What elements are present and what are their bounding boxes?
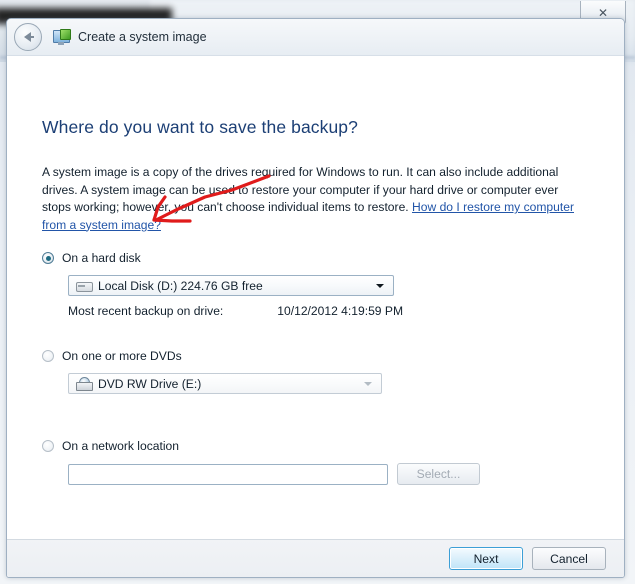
monitor-stand-shape: [58, 41, 64, 45]
backup-badge-shape: [60, 28, 71, 40]
network-location-row: Select...: [68, 463, 480, 485]
radio-row-hard-disk[interactable]: On a hard disk: [42, 249, 141, 267]
radio-network[interactable]: [42, 440, 54, 452]
dvd-combobox[interactable]: DVD RW Drive (E:): [68, 373, 382, 394]
description-text: A system image is a copy of the drives r…: [42, 164, 576, 234]
dialog-title: Create a system image: [78, 30, 207, 44]
radio-label-dvds: On one or more DVDs: [62, 349, 182, 363]
select-button[interactable]: Select...: [397, 463, 480, 485]
page-title: Where do you want to save the backup?: [42, 117, 358, 137]
option-hard-disk: On a hard disk Local Disk (D:) 224.76 GB…: [42, 249, 403, 318]
system-image-icon: [53, 28, 71, 46]
next-button[interactable]: Next: [449, 547, 523, 570]
dialog-titlebar: Create a system image: [7, 19, 624, 56]
recent-backup-label: Most recent backup on drive:: [68, 304, 224, 318]
hard-disk-combobox[interactable]: Local Disk (D:) 224.76 GB free: [68, 275, 394, 296]
screen: ✕ Create a system image Where do you wan…: [0, 0, 635, 584]
chevron-down-icon[interactable]: [376, 283, 384, 288]
option-network: On a network location Select...: [42, 437, 480, 485]
recent-backup-note: Most recent backup on drive: 10/12/2012 4…: [68, 304, 403, 318]
cancel-button[interactable]: Cancel: [532, 547, 606, 570]
network-location-input[interactable]: [68, 463, 388, 485]
radio-dvds[interactable]: [42, 350, 54, 362]
chevron-down-icon[interactable]: [364, 381, 372, 386]
radio-label-hard-disk: On a hard disk: [62, 251, 141, 265]
radio-row-network[interactable]: On a network location: [42, 437, 179, 455]
dvd-drive-icon: [76, 377, 93, 391]
hard-drive-icon: [76, 279, 93, 292]
dialog-content: Where do you want to save the backup? A …: [7, 56, 624, 541]
back-arrow-tail: [28, 36, 34, 38]
radio-label-network: On a network location: [62, 439, 179, 453]
hard-drive-slot-shape: [78, 285, 85, 287]
radio-row-dvds[interactable]: On one or more DVDs: [42, 347, 182, 365]
hard-drive-body-shape: [76, 282, 93, 292]
dvd-combobox-value: DVD RW Drive (E:): [98, 376, 202, 391]
recent-backup-value: 10/12/2012 4:19:59 PM: [277, 304, 404, 318]
dialog-footer: Next Cancel: [7, 539, 624, 577]
create-system-image-dialog: Create a system image Where do you want …: [6, 18, 625, 578]
close-icon: ✕: [597, 5, 609, 20]
back-button[interactable]: [14, 23, 42, 51]
option-dvds: On one or more DVDs DVD RW Drive (E:): [42, 347, 382, 394]
dvd-drive-body-shape: [76, 382, 93, 391]
radio-hard-disk[interactable]: [42, 252, 54, 264]
hard-disk-combobox-value: Local Disk (D:) 224.76 GB free: [98, 278, 263, 293]
